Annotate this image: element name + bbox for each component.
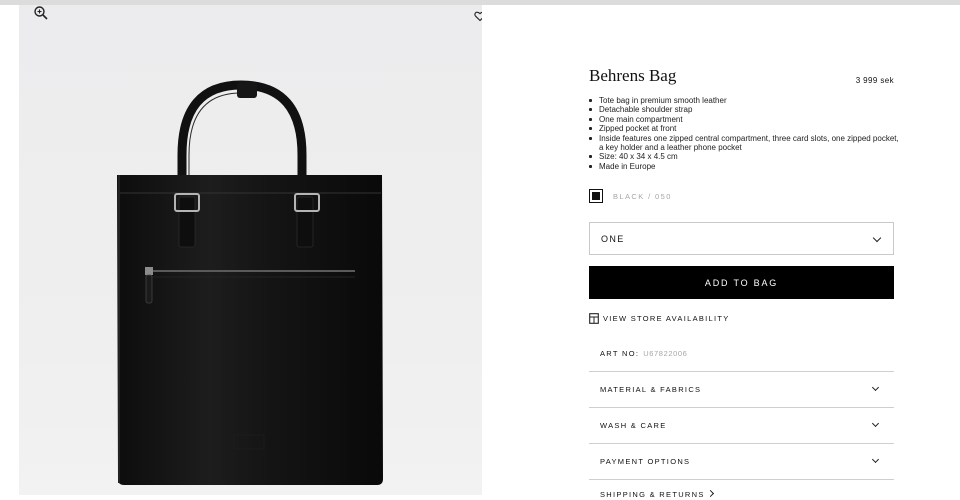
feature-item: Detachable shoulder strap [589, 105, 899, 114]
feature-item: One main compartment [589, 115, 899, 124]
view-store-availability-label: VIEW STORE AVAILABILITY [603, 314, 730, 323]
chevron-down-icon [872, 233, 882, 243]
color-label: BLACK / 050 [613, 192, 672, 201]
product-price: 3 999 sek [855, 76, 894, 85]
chevron-down-icon [871, 455, 880, 464]
article-number-value: U67822006 [643, 349, 688, 358]
accordion-payment-options[interactable]: PAYMENT OPTIONS [589, 444, 894, 479]
color-swatch-fill [592, 192, 600, 200]
chevron-down-icon [871, 383, 880, 392]
accordion-wash-care[interactable]: WASH & CARE [589, 408, 894, 443]
feature-item: Size: 40 x 34 x 4.5 cm [589, 152, 899, 161]
accordion-label: PAYMENT OPTIONS [600, 457, 691, 466]
heart-icon[interactable] [474, 10, 482, 22]
accordion-label: MATERIAL & FABRICS [600, 385, 702, 394]
chevron-down-icon [871, 419, 880, 428]
size-value: ONE [601, 234, 625, 244]
store-icon [589, 313, 599, 324]
feature-item: Inside features one zipped central compa… [589, 134, 899, 153]
chevron-right-icon [706, 489, 714, 498]
divider [589, 479, 894, 480]
accordion-material-fabrics[interactable]: MATERIAL & FABRICS [589, 372, 894, 407]
article-number-label: ART NO: [600, 349, 640, 358]
feature-item: Zipped pocket at front [589, 124, 899, 133]
feature-item: Tote bag in premium smooth leather [589, 96, 899, 105]
accordion-label: WASH & CARE [600, 421, 667, 430]
add-to-bag-button[interactable]: ADD TO BAG [589, 266, 894, 299]
size-select[interactable]: ONE [589, 222, 894, 255]
shipping-returns-label: SHIPPING & RETURNS [600, 490, 705, 499]
shipping-returns-link[interactable]: SHIPPING & RETURNS [600, 489, 714, 499]
feature-item: Made in Europe [589, 162, 899, 171]
color-swatch[interactable] [589, 189, 603, 203]
article-number: ART NO: U67822006 [600, 349, 687, 358]
zoom-in-icon[interactable] [33, 5, 49, 21]
product-title: Behrens Bag [589, 66, 677, 85]
product-image[interactable] [19, 5, 482, 495]
product-features: Tote bag in premium smooth leather Detac… [589, 96, 899, 171]
product-image-panel [19, 5, 482, 495]
